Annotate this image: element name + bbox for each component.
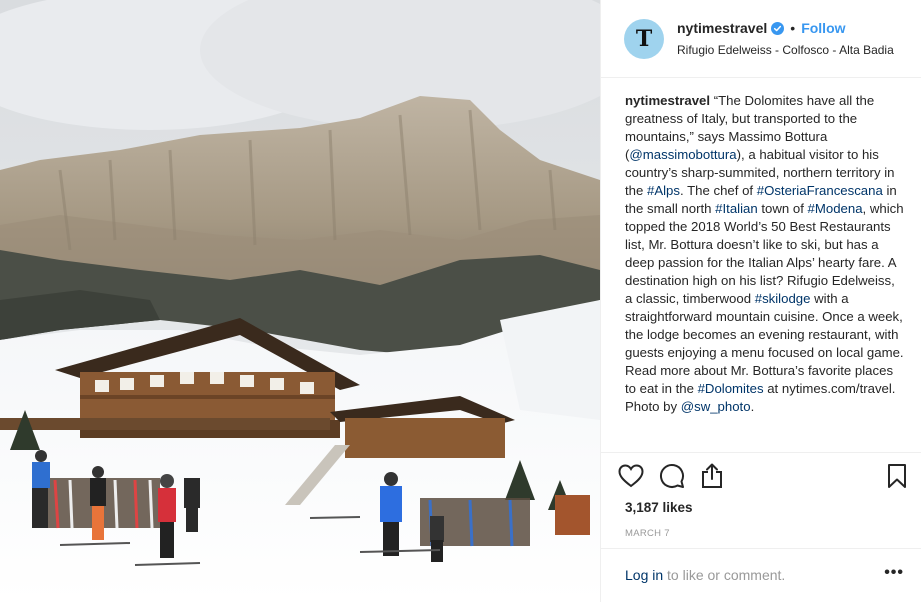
- share-button[interactable]: [698, 462, 726, 490]
- hashtag-link[interactable]: #OsteriaFrancescana: [757, 183, 883, 198]
- caption-text: town of: [757, 201, 808, 216]
- login-prompt-text: to like or comment.: [663, 567, 786, 583]
- login-link[interactable]: Log in: [625, 567, 663, 583]
- more-options-button[interactable]: •••: [884, 564, 904, 582]
- mention-link[interactable]: @massimobottura: [629, 147, 736, 162]
- comment-button[interactable]: [658, 462, 686, 490]
- avatar[interactable]: T: [624, 19, 664, 59]
- likes-count[interactable]: 3,187 likes: [625, 500, 693, 515]
- login-row: Log in to like or comment. •••: [601, 548, 921, 602]
- follow-button[interactable]: Follow: [801, 20, 845, 36]
- avatar-logo: T: [635, 26, 653, 52]
- separator-dot: •: [790, 20, 796, 36]
- hashtag-link[interactable]: #Alps: [647, 183, 680, 198]
- save-button[interactable]: [883, 462, 911, 490]
- verified-badge-icon: [771, 21, 785, 35]
- login-prompt: Log in to like or comment.: [625, 567, 785, 583]
- post-caption: nytimestravel “The Dolomites have all th…: [625, 92, 905, 416]
- heart-icon: [618, 464, 644, 488]
- hashtag-link[interactable]: #Dolomites: [698, 381, 764, 396]
- post-side-panel: T nytimestravel • Follow Rifugio Edelwei…: [600, 0, 921, 602]
- header-user-line: nytimestravel • Follow: [677, 20, 846, 36]
- like-button[interactable]: [617, 462, 645, 490]
- caption-text: . The chef of: [680, 183, 757, 198]
- location-link[interactable]: Rifugio Edelweiss - Colfosco - Alta Badi…: [677, 43, 894, 57]
- caption-username-link[interactable]: nytimestravel: [625, 93, 710, 108]
- username-link[interactable]: nytimestravel: [677, 20, 767, 36]
- share-icon: [702, 463, 722, 488]
- hashtag-link[interactable]: #Italian: [715, 201, 758, 216]
- bookmark-icon: [888, 464, 906, 488]
- post-header: T nytimestravel • Follow Rifugio Edelwei…: [601, 0, 921, 78]
- mention-link[interactable]: @sw_photo: [681, 399, 751, 414]
- hashtag-link[interactable]: #skilodge: [755, 291, 811, 306]
- post-date[interactable]: MARCH 7: [625, 528, 670, 539]
- hashtag-link[interactable]: #Modena: [808, 201, 863, 216]
- comment-icon: [660, 464, 684, 488]
- mountain-lodge-image: [0, 0, 600, 602]
- post-actions: 3,187 likes MARCH 7 Log in to like or co…: [601, 452, 921, 602]
- caption-text: .: [750, 399, 755, 414]
- post-photo[interactable]: [0, 0, 600, 602]
